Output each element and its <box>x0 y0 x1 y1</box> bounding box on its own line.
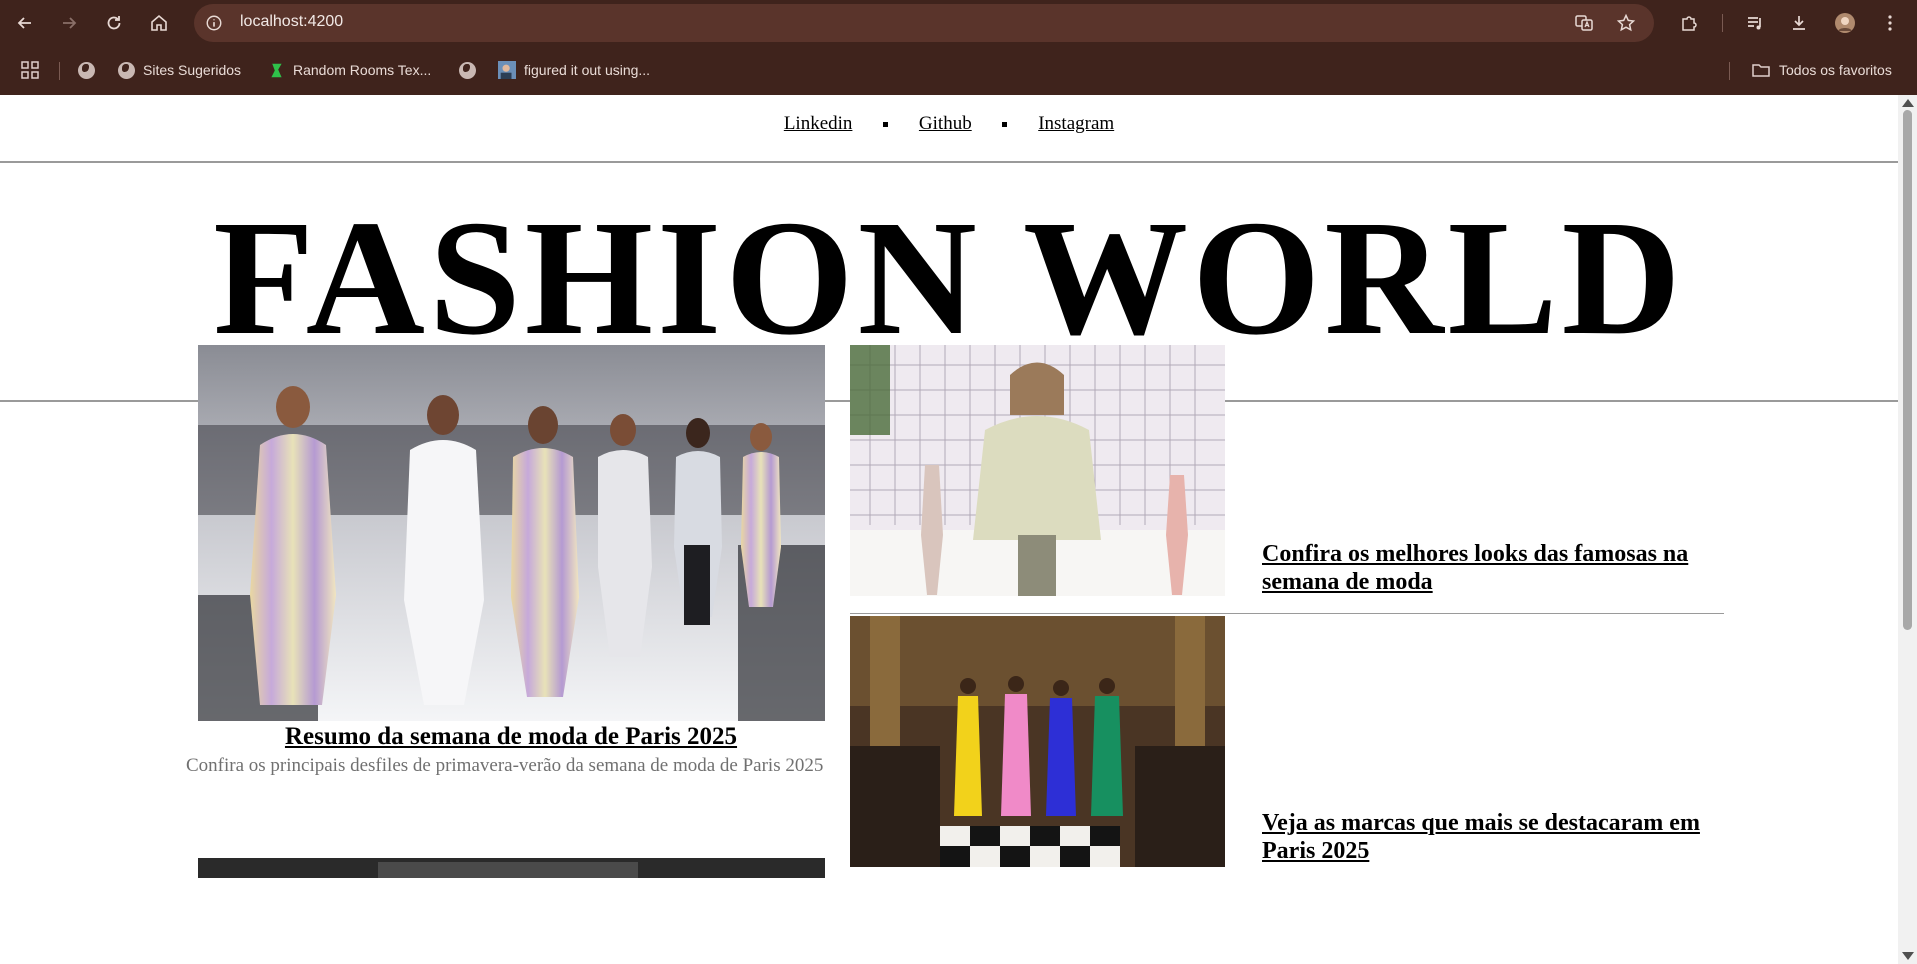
back-button[interactable] <box>9 7 41 39</box>
home-icon <box>151 14 167 31</box>
globe-icon <box>118 61 135 79</box>
article-divider <box>850 613 1724 614</box>
bookmark-item[interactable]: figured it out using... <box>498 58 650 82</box>
arrow-left-icon <box>17 17 31 29</box>
side-article-image[interactable] <box>850 345 1225 596</box>
globe-icon <box>78 61 95 79</box>
bookmark-item[interactable]: Sites Sugeridos <box>118 58 241 82</box>
folder-icon <box>1752 64 1770 77</box>
toolbar-divider <box>1722 14 1723 32</box>
bookmark-item[interactable]: Random Rooms Tex... <box>268 58 431 82</box>
menu-button[interactable] <box>1874 7 1906 39</box>
extensions-button[interactable] <box>1673 7 1705 39</box>
page-scrollbar[interactable] <box>1898 95 1917 964</box>
kebab-menu-icon <box>1888 15 1892 31</box>
green-bookmark-icon <box>271 63 282 77</box>
bookmark-label: Random Rooms Tex... <box>293 62 432 78</box>
scroll-up-arrow-icon[interactable] <box>1902 99 1914 107</box>
browser-toolbar: localhost:4200 <box>0 0 1917 46</box>
download-icon <box>1793 16 1805 30</box>
instagram-link[interactable]: Instagram <box>1038 113 1114 134</box>
apps-icon[interactable] <box>20 58 40 82</box>
profile-avatar[interactable] <box>1829 7 1861 39</box>
scrollbar-thumb[interactable] <box>1903 110 1912 630</box>
reload-button[interactable] <box>98 7 130 39</box>
linkedin-link[interactable]: Linkedin <box>784 113 853 134</box>
media-button[interactable] <box>1739 7 1771 39</box>
url-text[interactable]: localhost:4200 <box>240 13 343 31</box>
side-article-title[interactable]: Confira os melhores looks das famosas na… <box>1262 540 1742 596</box>
bookmark-label: figured it out using... <box>524 62 651 78</box>
featured-article-description: Confira os principais desfiles de primav… <box>186 755 824 776</box>
arrow-right-icon <box>63 17 77 29</box>
bookmark-item[interactable] <box>459 58 484 82</box>
separator-dot <box>883 122 889 128</box>
address-bar[interactable]: localhost:4200 <box>194 4 1654 42</box>
playlist-icon <box>1748 17 1761 30</box>
side-article-image[interactable] <box>850 616 1225 867</box>
all-bookmarks-label: Todos os favoritos <box>1779 62 1892 78</box>
social-links: Linkedin Github Instagram <box>0 113 1898 135</box>
reload-icon <box>107 16 121 30</box>
site-info-icon[interactable] <box>200 9 228 37</box>
bookmarks-divider <box>59 62 60 80</box>
downloads-button[interactable] <box>1783 7 1815 39</box>
bookmarks-divider <box>1729 62 1730 80</box>
all-bookmarks-button[interactable]: Todos os favoritos <box>1751 58 1892 82</box>
github-link[interactable]: Github <box>919 113 972 134</box>
side-article-title[interactable]: Veja as marcas que mais se destacaram em… <box>1262 809 1742 865</box>
separator-dot <box>1002 122 1008 128</box>
forward-button[interactable] <box>53 7 85 39</box>
bookmarks-bar: Sites Sugeridos Random Rooms Tex... figu… <box>0 50 1917 90</box>
bookmark-item[interactable] <box>78 58 103 82</box>
bookmark-star-icon[interactable] <box>1612 9 1640 37</box>
browser-chrome: localhost:4200 Sites Sugeridos Random Ro… <box>0 0 1917 95</box>
globe-icon <box>459 61 476 79</box>
translate-icon[interactable] <box>1570 9 1598 37</box>
featured-article-image[interactable] <box>198 345 825 721</box>
puzzle-icon <box>1682 16 1697 31</box>
home-button[interactable] <box>143 7 175 39</box>
next-article-image[interactable] <box>198 858 825 878</box>
header-divider <box>0 161 1898 163</box>
bookmark-label: Sites Sugeridos <box>143 62 242 78</box>
scroll-down-arrow-icon[interactable] <box>1902 952 1914 960</box>
featured-article-title[interactable]: Resumo da semana de moda de Paris 2025 <box>186 723 836 751</box>
thumbnail-icon <box>498 61 516 79</box>
